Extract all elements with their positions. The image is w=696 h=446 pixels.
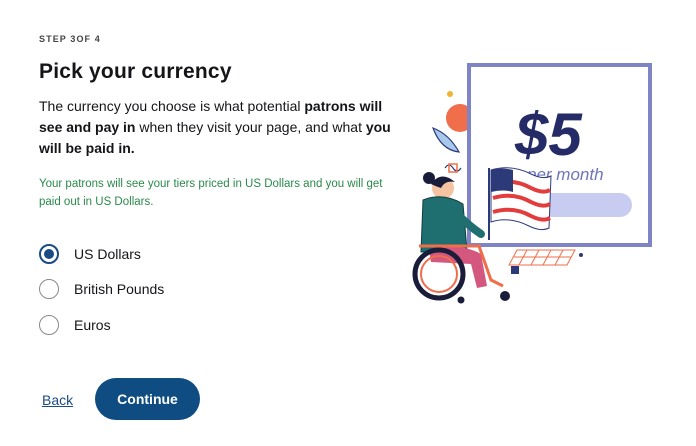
decor-leaf — [431, 126, 461, 153]
currency-note: Your patrons will see your tiers priced … — [39, 178, 383, 208]
currency-option-label: British Pounds — [74, 281, 165, 298]
price-text: $5 — [514, 101, 583, 168]
currency-description: The currency you choose is what potentia… — [39, 98, 391, 156]
currency-option-eur[interactable]: Euros — [39, 307, 164, 343]
wheelchair-foot-wheel — [457, 296, 465, 304]
radio-usd[interactable] — [39, 243, 59, 264]
person-torso — [420, 196, 468, 253]
decor-net — [508, 249, 576, 266]
radio-selected-dot — [44, 248, 54, 259]
currency-option-label: US Dollars — [74, 245, 141, 262]
decor-navy-square — [511, 266, 519, 274]
page-title: Pick your currency — [39, 60, 232, 83]
step-indicator: STEP 3OF 4 — [39, 34, 101, 44]
radio-eur[interactable] — [39, 314, 59, 335]
currency-illustration: $5 per month — [412, 63, 652, 304]
wheelchair-small-wheel — [500, 291, 510, 301]
currency-options: US Dollars British Pounds Euros — [39, 236, 164, 343]
decor-squiggle — [444, 164, 462, 172]
continue-button[interactable]: Continue — [95, 378, 200, 420]
currency-option-label: Euros — [74, 316, 111, 333]
person-legs — [429, 246, 487, 288]
radio-gbp[interactable] — [39, 279, 59, 300]
back-link[interactable]: Back — [42, 392, 73, 408]
price-bar — [540, 193, 632, 217]
decor-small-dot — [579, 253, 583, 257]
currency-option-gbp[interactable]: British Pounds — [39, 272, 164, 308]
currency-option-usd[interactable]: US Dollars — [39, 236, 164, 272]
decor-dot — [447, 91, 453, 97]
us-flag — [490, 167, 552, 231]
